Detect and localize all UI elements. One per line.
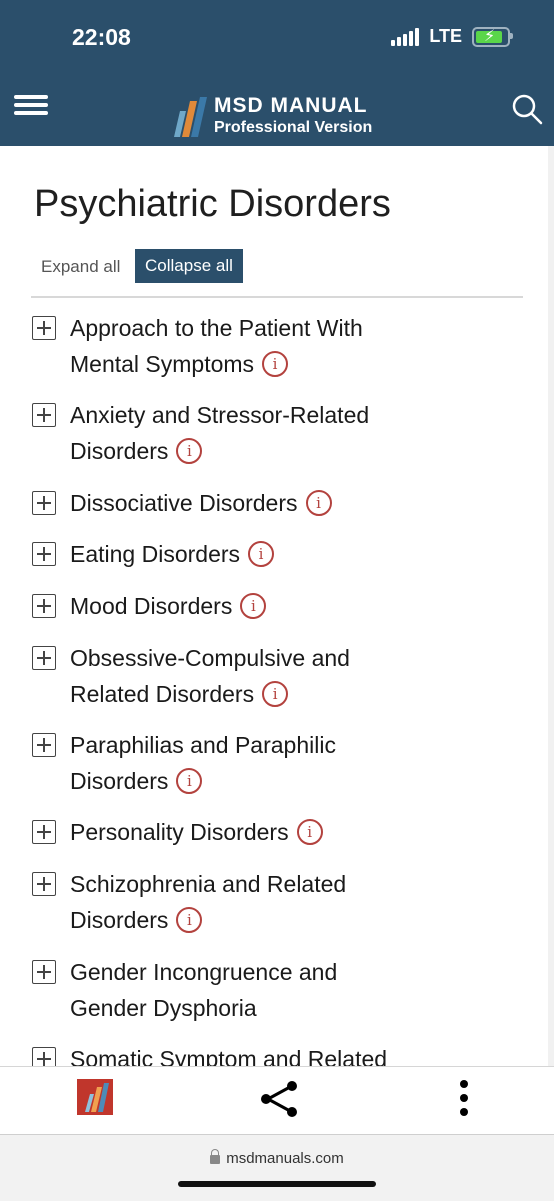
info-circle-icon[interactable]: i — [262, 680, 289, 707]
topic-label-line2: Mental Symptoms — [70, 351, 255, 377]
lock-icon — [210, 1149, 221, 1164]
topic-label-line2: Related Disorders — [70, 681, 255, 707]
topic-label-line2: Disorders — [70, 438, 169, 464]
plus-box-icon[interactable] — [32, 733, 56, 757]
plus-box-icon[interactable] — [32, 1047, 56, 1066]
share-icon[interactable] — [258, 1077, 302, 1121]
topic-label-line2: Gender Dysphoria — [70, 995, 257, 1021]
app-icon[interactable] — [77, 1079, 113, 1115]
topic-label-line1: Approach to the Patient With — [70, 315, 363, 341]
topic-list: Approach to the Patient With Mental Sympt… — [0, 0, 554, 1066]
info-circle-icon[interactable]: i — [296, 818, 323, 845]
browser-url-bar[interactable]: msdmanuals.com — [0, 1134, 554, 1201]
info-circle-icon[interactable]: i — [305, 489, 332, 516]
topic-label-line1: Dissociative Disorders — [70, 490, 298, 516]
info-circle-icon[interactable]: i — [262, 350, 289, 377]
plus-box-icon[interactable] — [32, 820, 56, 844]
topic-label-line1: Schizophrenia and Related — [70, 871, 347, 897]
info-circle-icon[interactable]: i — [240, 592, 267, 619]
plus-box-icon[interactable] — [32, 403, 56, 427]
topic-label-line1: Mood Disorders — [70, 593, 233, 619]
topic-label-line1: Obsessive-Compulsive and — [70, 645, 350, 671]
more-vertical-icon[interactable] — [455, 1077, 473, 1121]
plus-box-icon[interactable] — [32, 542, 56, 566]
topic-label-line1: Paraphilias and Paraphilic — [70, 732, 336, 758]
info-circle-icon[interactable]: i — [176, 437, 203, 464]
plus-box-icon[interactable] — [32, 316, 56, 340]
topic-label-line2: Disorders — [70, 768, 169, 794]
url-text: msdmanuals.com — [226, 1150, 344, 1167]
plus-box-icon[interactable] — [32, 646, 56, 670]
topic-label-line1: Gender Incongruence and — [70, 959, 338, 985]
topic-label-line1: Eating Disorders — [70, 541, 241, 567]
plus-box-icon[interactable] — [32, 872, 56, 896]
topic-label-line2: Disorders — [70, 907, 169, 933]
topic-label-line1: Somatic Symptom and Related — [70, 1046, 388, 1066]
info-circle-icon[interactable]: i — [176, 906, 203, 933]
plus-box-icon[interactable] — [32, 491, 56, 515]
topic-label-line1: Personality Disorders — [70, 819, 289, 845]
plus-box-icon[interactable] — [32, 594, 56, 618]
info-circle-icon[interactable]: i — [248, 540, 275, 567]
plus-box-icon[interactable] — [32, 960, 56, 984]
home-indicator[interactable] — [178, 1181, 376, 1187]
bottom-toolbar — [0, 1066, 554, 1135]
info-circle-icon[interactable]: i — [176, 767, 203, 794]
topic-label-line1: Anxiety and Stressor-Related — [70, 402, 370, 428]
